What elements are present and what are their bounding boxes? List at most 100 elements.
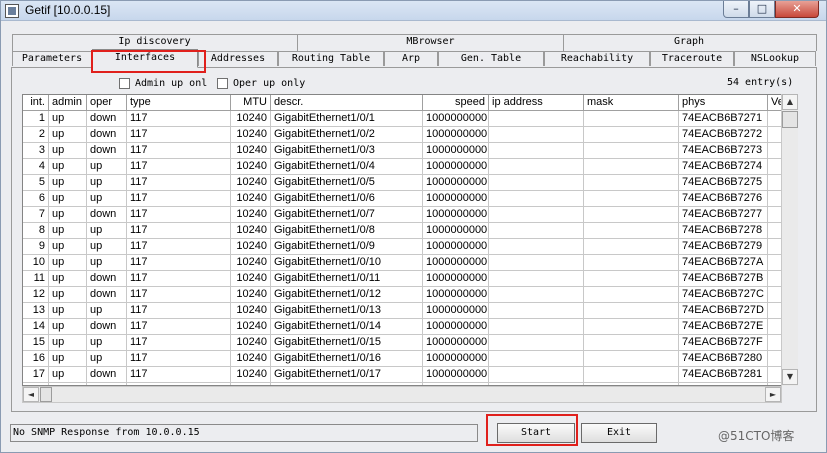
- oper-up-only-checkbox[interactable]: [217, 78, 228, 89]
- scroll-left-button[interactable]: ◄: [23, 387, 39, 402]
- maximize-button[interactable]: □: [749, 1, 775, 18]
- table-cell: 74EACB6B7271: [679, 111, 768, 127]
- table-cell: 74EACB6B727E: [679, 319, 768, 335]
- tab-divider: [12, 34, 13, 51]
- table-cell: 1: [23, 111, 49, 127]
- table-cell: 1000000000: [423, 255, 489, 271]
- table-cell: up: [49, 175, 87, 191]
- column-header[interactable]: speed: [423, 95, 489, 111]
- horizontal-scrollbar[interactable]: ◄ ►: [22, 386, 782, 403]
- table-cell: 117: [127, 111, 231, 127]
- table-row[interactable]: 13 up up 117 10240 GigabitEthernet1/0/13 10000…: [23, 303, 797, 319]
- table-cell: GigabitEthernet1/0/3: [271, 143, 423, 159]
- table-row[interactable]: 10 up up 117 10240 GigabitEthernet1/0/10 10000…: [23, 255, 797, 271]
- table-cell: GigabitEthernet1/0/6: [271, 191, 423, 207]
- vertical-scroll-thumb[interactable]: [782, 111, 798, 128]
- table-cell: 10240: [231, 287, 271, 303]
- tab-reachability[interactable]: Reachability: [544, 51, 650, 66]
- tab-arp[interactable]: Arp: [384, 51, 438, 66]
- table-cell: 117: [127, 271, 231, 287]
- tab-routing-table[interactable]: Routing Table: [278, 51, 384, 66]
- table-row[interactable]: 5 up up 117 10240 GigabitEthernet1/0/5 1000000…: [23, 175, 797, 191]
- tab-traceroute[interactable]: Traceroute: [650, 51, 734, 66]
- scroll-right-button[interactable]: ►: [765, 387, 781, 402]
- admin-up-only-checkbox[interactable]: [119, 78, 130, 89]
- table-cell: 117: [127, 175, 231, 191]
- column-header[interactable]: ip address: [489, 95, 584, 111]
- table-cell: 10240: [231, 143, 271, 159]
- table-cell: 117: [127, 127, 231, 143]
- table-cell: 117: [127, 255, 231, 271]
- tab-ip-discovery[interactable]: Ip discovery: [12, 35, 297, 49]
- exit-button[interactable]: Exit: [581, 423, 657, 443]
- table-cell: 117: [127, 223, 231, 239]
- column-header[interactable]: descr.: [271, 95, 423, 111]
- window-title: Getif [10.0.0.15]: [25, 3, 111, 17]
- column-header[interactable]: phys: [679, 95, 768, 111]
- start-button[interactable]: Start: [497, 423, 575, 443]
- table-row[interactable]: 6 up up 117 10240 GigabitEthernet1/0/6 1000000…: [23, 191, 797, 207]
- table-cell: 117: [127, 335, 231, 351]
- table-row[interactable]: 17 up down 117 10240 GigabitEthernet1/0/17 100…: [23, 367, 797, 383]
- close-button[interactable]: ✕: [775, 1, 819, 18]
- table-cell: [584, 223, 679, 239]
- table-cell: 1000000000: [423, 239, 489, 255]
- table-row[interactable]: 9 up up 117 10240 GigabitEthernet1/0/9 1000000…: [23, 239, 797, 255]
- table-cell: 74EACB6B7280: [679, 351, 768, 367]
- tab-label: Parameters: [21, 53, 83, 64]
- column-header[interactable]: oper: [87, 95, 127, 111]
- tab-label: Addresses: [210, 53, 266, 64]
- tab-divider: [563, 34, 564, 51]
- tab-gen-table[interactable]: Gen. Table: [438, 51, 544, 66]
- tab-divider: [816, 34, 817, 51]
- tab-graph[interactable]: Graph: [564, 35, 814, 49]
- tab-divider: [297, 34, 298, 51]
- table-cell: 1000000000: [423, 127, 489, 143]
- minimize-button[interactable]: –: [723, 1, 749, 18]
- table-cell: 10240: [231, 239, 271, 255]
- table-row[interactable]: 4 up up 117 10240 GigabitEthernet1/0/4 1000000…: [23, 159, 797, 175]
- tab-addresses[interactable]: Addresses: [198, 51, 278, 66]
- table-cell: 6: [23, 191, 49, 207]
- table-cell: 74EACB6B7279: [679, 239, 768, 255]
- table-row[interactable]: 2 up down 117 10240 GigabitEthernet1/0/2 10000…: [23, 127, 797, 143]
- column-header[interactable]: int.: [23, 95, 49, 111]
- scroll-down-button[interactable]: ▼: [782, 369, 798, 385]
- table-cell: 10240: [231, 255, 271, 271]
- table-row[interactable]: 1 up down 117 10240 GigabitEthernet1/0/1 10000…: [23, 111, 797, 127]
- table-cell: [584, 143, 679, 159]
- column-header[interactable]: MTU: [231, 95, 271, 111]
- table-row[interactable]: 8 up up 117 10240 GigabitEthernet1/0/8 1000000…: [23, 223, 797, 239]
- table-row[interactable]: 16 up up 117 10240 GigabitEthernet1/0/16 10000…: [23, 351, 797, 367]
- table-row[interactable]: 11 up down 117 10240 GigabitEthernet1/0/11 100…: [23, 271, 797, 287]
- table-cell: 117: [127, 367, 231, 383]
- table-row[interactable]: 12 up down 117 10240 GigabitEthernet1/0/12 100…: [23, 287, 797, 303]
- table-cell: [584, 159, 679, 175]
- table-row[interactable]: 14 up down 117 10240 GigabitEthernet1/0/14 100…: [23, 319, 797, 335]
- table-row[interactable]: 3 up down 117 10240 GigabitEthernet1/0/3 10000…: [23, 143, 797, 159]
- table-cell: up: [87, 175, 127, 191]
- table-row[interactable]: 7 up down 117 10240 GigabitEthernet1/0/7 10000…: [23, 207, 797, 223]
- table-cell: up: [87, 335, 127, 351]
- tab-mbrowser[interactable]: MBrowser: [298, 35, 563, 49]
- tab-nslookup[interactable]: NSLookup: [734, 51, 816, 66]
- tab-interfaces[interactable]: Interfaces: [92, 49, 198, 68]
- vertical-scrollbar[interactable]: ▲ ▼: [781, 94, 798, 386]
- table-row[interactable]: 15 up up 117 10240 GigabitEthernet1/0/15 10000…: [23, 335, 797, 351]
- table-cell: GigabitEthernet1/0/7: [271, 207, 423, 223]
- tab-label: MBrowser: [406, 36, 455, 47]
- table-cell: up: [49, 127, 87, 143]
- horizontal-scroll-thumb[interactable]: [40, 387, 52, 402]
- column-header[interactable]: type: [127, 95, 231, 111]
- scroll-up-button[interactable]: ▲: [782, 94, 798, 110]
- table-cell: [584, 271, 679, 287]
- table-cell: [489, 127, 584, 143]
- table-cell: up: [87, 223, 127, 239]
- column-header[interactable]: mask: [584, 95, 679, 111]
- table-cell: GigabitEthernet1/0/1: [271, 111, 423, 127]
- interfaces-table[interactable]: int. admin oper type MTU descr. speed ip addres…: [22, 94, 798, 386]
- tab-parameters[interactable]: Parameters: [12, 51, 92, 66]
- column-header[interactable]: admin: [49, 95, 87, 111]
- table-cell: up: [49, 303, 87, 319]
- table-cell: GigabitEthernet1/0/17: [271, 367, 423, 383]
